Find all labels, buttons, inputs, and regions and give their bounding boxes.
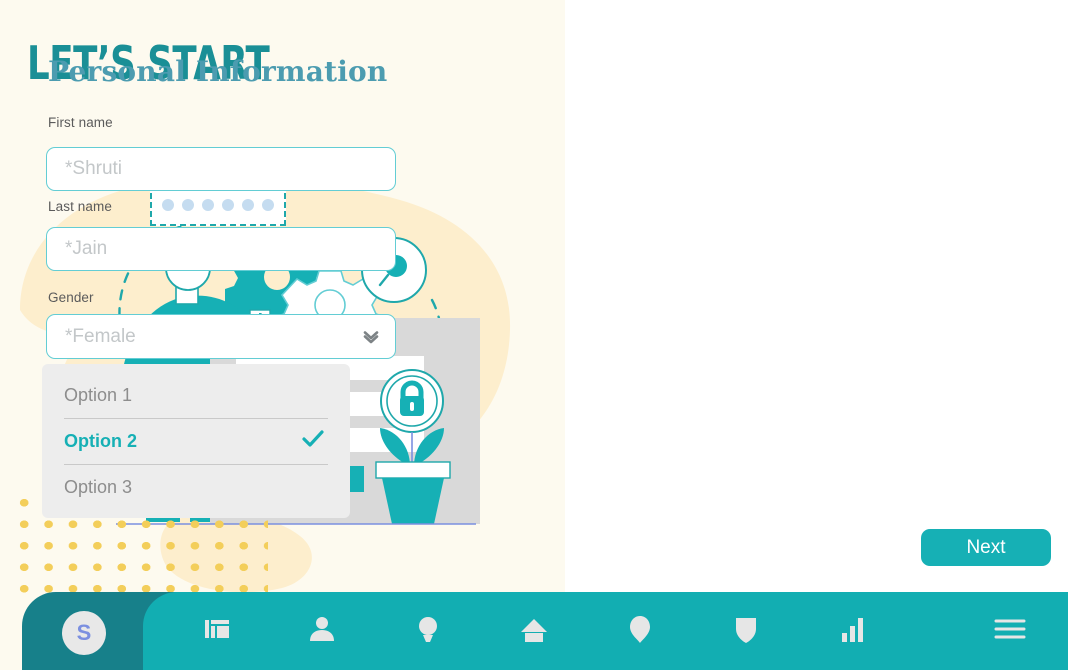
dashboard-grid-icon[interactable]: [200, 612, 234, 646]
gender-select[interactable]: *Female: [46, 314, 396, 359]
location-pin-icon[interactable]: [623, 612, 657, 646]
password-dot: [182, 199, 194, 211]
gender-label: Gender: [48, 290, 94, 305]
dropdown-option-2[interactable]: Option 2: [64, 418, 328, 464]
home-icon[interactable]: [517, 612, 551, 646]
avatar[interactable]: S: [62, 611, 106, 655]
password-dot: [222, 199, 234, 211]
dropdown-option-label: Option 3: [64, 477, 133, 497]
bar-chart-icon[interactable]: [835, 612, 869, 646]
dropdown-option-label: Option 2: [64, 431, 137, 451]
dropdown-option-3[interactable]: Option 3: [64, 464, 328, 510]
first-name-label: First name: [48, 115, 113, 130]
password-dot: [242, 199, 254, 211]
form-heading: Personal Information: [48, 55, 388, 88]
password-dot: [162, 199, 174, 211]
last-name-label: Last name: [48, 199, 112, 214]
person-icon[interactable]: [305, 612, 339, 646]
gender-select-value: *Female: [65, 325, 136, 347]
lock-badge: [380, 369, 444, 433]
dropdown-option-label: Option 1: [64, 384, 133, 405]
last-name-input[interactable]: [46, 227, 396, 271]
onboarding-screen: LET’S START Personal Information First n…: [0, 0, 1068, 670]
password-dot: [202, 199, 214, 211]
first-name-input[interactable]: [46, 147, 396, 191]
chevron-down-icon[interactable]: [361, 327, 381, 347]
bottom-bar-nav-section: [143, 592, 1068, 670]
password-dot: [262, 199, 274, 211]
gender-select-wrapper: *Female: [46, 314, 396, 359]
check-icon: [302, 429, 324, 454]
form-panel: [565, 0, 1068, 670]
gender-dropdown-list: Option 1 Option 2 Option 3: [42, 364, 350, 518]
hamburger-menu-icon[interactable]: [993, 612, 1027, 646]
lightbulb-icon[interactable]: [411, 612, 445, 646]
dropdown-option-1[interactable]: Option 1: [64, 372, 328, 418]
shield-icon[interactable]: [729, 612, 763, 646]
next-button[interactable]: Next: [921, 529, 1051, 566]
